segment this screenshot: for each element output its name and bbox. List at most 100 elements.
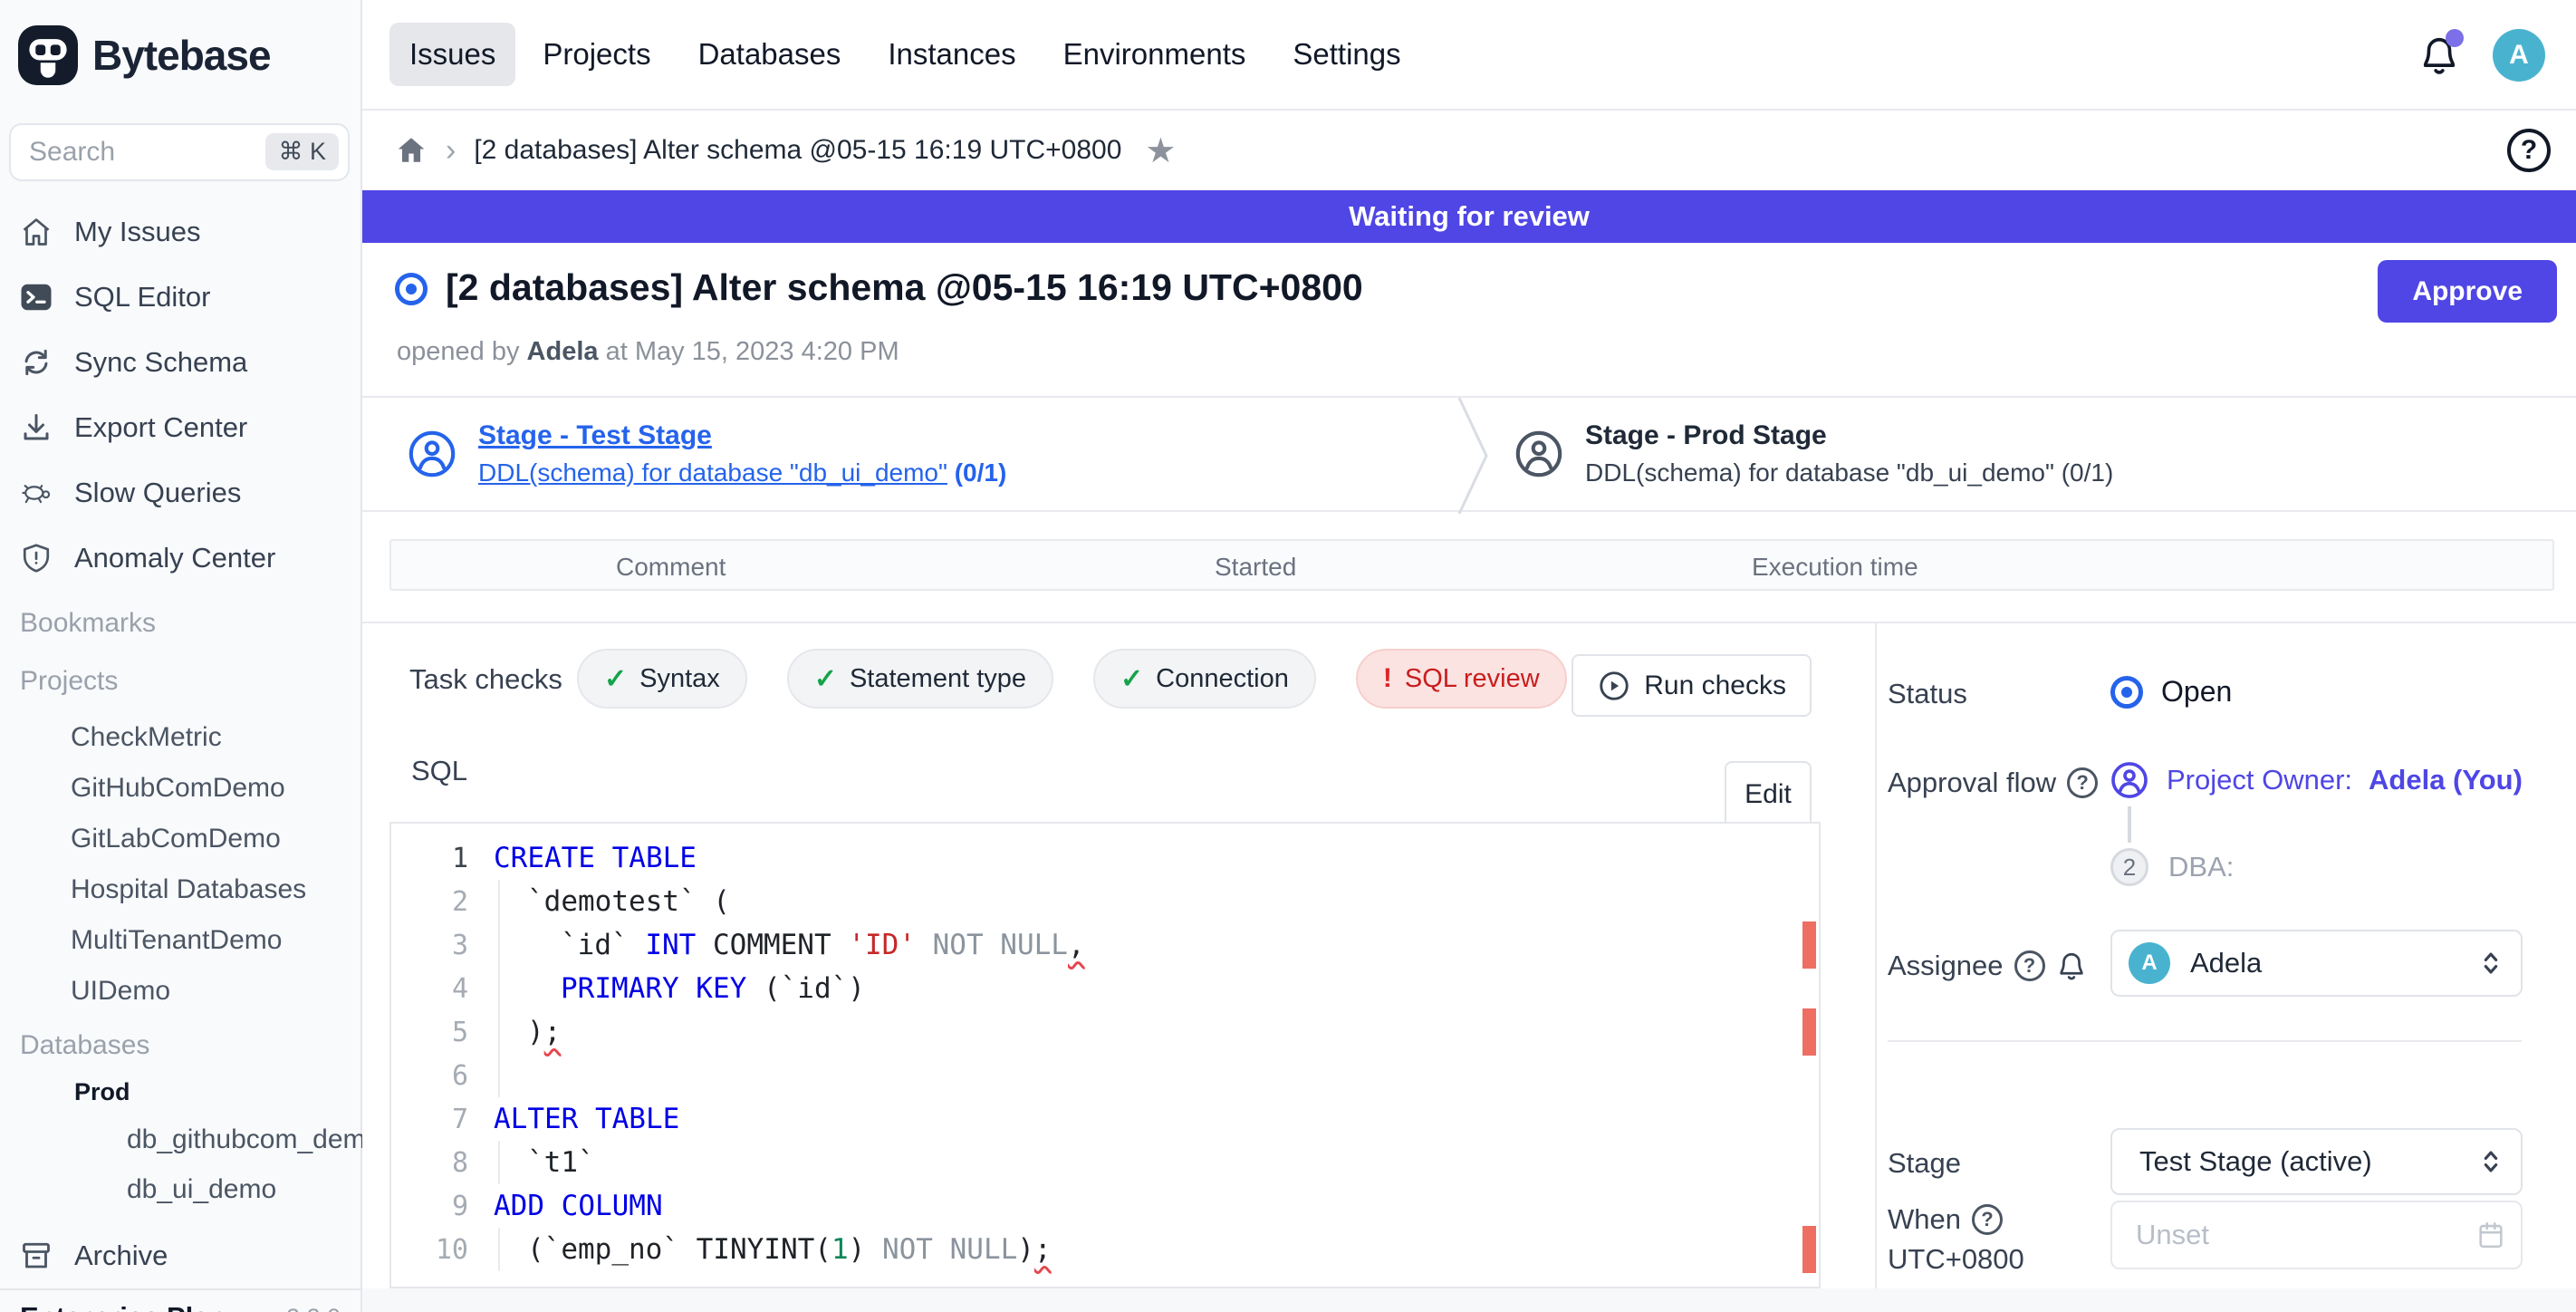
edit-sql-button[interactable]: Edit	[1725, 761, 1812, 828]
tab-issues[interactable]: Issues	[389, 23, 515, 86]
plan-row[interactable]: Enterprise Plan v2.2.0	[0, 1288, 360, 1312]
sidebar-item-sync-schema[interactable]: Sync Schema	[0, 330, 360, 395]
calendar-icon	[2475, 1220, 2506, 1250]
brand-name: Bytebase	[92, 31, 271, 80]
stage-select[interactable]: Test Stage (active)	[2110, 1128, 2523, 1195]
sidebar-project-uidemo[interactable]: UIDemo	[0, 966, 360, 1017]
sidebar-db-githubcom-demo[interactable]: db_githubcom_demo	[0, 1114, 360, 1164]
timezone-label: UTC+0800	[1888, 1243, 2024, 1276]
section-label: Bookmarks	[20, 608, 156, 639]
plan-version: v2.2.0	[274, 1304, 341, 1312]
status-text: Open	[2161, 675, 2232, 709]
code-line: 7ALTER TABLE	[391, 1097, 1819, 1141]
shield-alert-icon	[20, 542, 53, 574]
home-icon	[20, 216, 53, 248]
section-label: Databases	[20, 1030, 149, 1061]
run-checks-button[interactable]: Run checks	[1572, 654, 1812, 717]
sidebar-item-my-issues[interactable]: My Issues	[0, 199, 360, 265]
stage-subtitle-link[interactable]: DDL(schema) for database "db_ui_demo" (0…	[478, 458, 1006, 487]
stage-separator-chevron	[1456, 398, 1496, 514]
code-editor[interactable]: 1CREATE TABLE2`demotest` (3`id` INT COMM…	[389, 822, 1821, 1288]
approval-connector	[2128, 806, 2131, 843]
tab-environments[interactable]: Environments	[1043, 23, 1266, 86]
sidebar-item-sql-editor[interactable]: SQL Editor	[0, 265, 360, 330]
db-name: db_githubcom_demo	[127, 1124, 380, 1155]
sidebar-project-hospital-databases[interactable]: Hospital Databases	[0, 864, 360, 915]
help-icon[interactable]: ?	[2507, 129, 2551, 172]
user-avatar[interactable]: A	[2493, 29, 2545, 82]
sidebar-project-githubcomdemo[interactable]: GitHubComDemo	[0, 763, 360, 814]
bytebase-logo-icon	[18, 25, 78, 85]
sidebar-project-gitlabcomdemo[interactable]: GitLabComDemo	[0, 814, 360, 864]
code-line: 3`id` INT COMMENT 'ID' NOT NULL,	[391, 923, 1819, 967]
issue-sidebar-pane: Status Open Approval flow ? Project Owne…	[1875, 623, 2576, 1312]
sidebar-db-ui-demo[interactable]: db_ui_demo	[0, 1164, 360, 1214]
sidebar-item-export-center[interactable]: Export Center	[0, 395, 360, 460]
sidebar-section-projects: Projects	[0, 658, 360, 705]
brand-logo[interactable]: Bytebase	[0, 0, 360, 111]
tab-databases[interactable]: Databases	[678, 23, 861, 86]
star-icon[interactable]: ★	[1145, 130, 1176, 171]
notification-dot	[2446, 29, 2464, 47]
check-pill-sql-review[interactable]: !SQL review	[1356, 649, 1567, 709]
bell-icon[interactable]	[2056, 950, 2087, 981]
check-label: SQL review	[1405, 664, 1540, 694]
code-line: 1CREATE TABLE	[391, 836, 1819, 880]
check-pill-syntax[interactable]: ✓Syntax	[577, 649, 747, 709]
stage-title-link[interactable]: Stage - Test Stage	[478, 420, 1006, 451]
terminal-icon	[20, 281, 53, 314]
sidebar-section-bookmarks[interactable]: Bookmarks	[0, 600, 360, 647]
person-circle-icon	[406, 428, 458, 480]
stage-subtitle: DDL(schema) for database "db_ui_demo" (0…	[1585, 458, 2113, 487]
notifications-bell-icon[interactable]	[2418, 34, 2460, 76]
when-placeholder: Unset	[2136, 1219, 2209, 1251]
sidebar-item-slow-queries[interactable]: Slow Queries	[0, 460, 360, 526]
task-check-pills: ✓Syntax ✓Statement type ✓Connection !SQL…	[577, 649, 1567, 709]
help-circle-icon[interactable]: ?	[1972, 1204, 2003, 1235]
breadcrumb-home-icon[interactable]	[395, 134, 428, 167]
issue-opened-line: opened by Adela at May 15, 2023 4:20 PM	[397, 337, 899, 367]
approval-step-owner: Project Owner: Adela (You)	[2109, 759, 2523, 801]
section-label: Projects	[20, 666, 118, 697]
breadcrumb: › [2 databases] Alter schema @05-15 16:1…	[362, 111, 2576, 190]
assignee-select[interactable]: A Adela	[2110, 930, 2523, 997]
approval-flow-label: Approval flow ?	[1888, 767, 2098, 799]
status-value: Open	[2110, 675, 2232, 709]
assignee-label: Assignee ?	[1888, 950, 2087, 982]
stage-title: Stage - Prod Stage	[1585, 420, 2113, 451]
sidebar-project-multitenantdemo[interactable]: MultiTenantDemo	[0, 915, 360, 966]
breadcrumb-title: [2 databases] Alter schema @05-15 16:19 …	[474, 135, 1121, 166]
search-shortcut-badge: ⌘ K	[265, 133, 339, 170]
stage-task-count: (0/1)	[955, 458, 1007, 487]
code-line: 5);	[391, 1010, 1819, 1054]
search-row: ⌘ K	[0, 111, 360, 188]
stage-card-prod[interactable]: Stage - Prod Stage DDL(schema) for datab…	[1513, 398, 2113, 510]
search-box[interactable]: ⌘ K	[9, 123, 350, 181]
sidebar-project-checkmetric[interactable]: CheckMetric	[0, 712, 360, 763]
help-circle-icon[interactable]: ?	[2067, 767, 2098, 798]
when-datetime-input[interactable]: Unset	[2110, 1201, 2523, 1269]
approval-approver[interactable]: Adela (You)	[2369, 764, 2523, 796]
approve-button[interactable]: Approve	[2378, 260, 2557, 323]
tab-instances[interactable]: Instances	[868, 23, 1035, 86]
main-area: Issues Projects Databases Instances Envi…	[362, 0, 2576, 1312]
stage-task-link[interactable]: DDL(schema) for database "db_ui_demo"	[478, 458, 947, 487]
help-circle-icon[interactable]: ?	[2014, 950, 2045, 981]
error-overview-mark	[1802, 1226, 1816, 1273]
stage-card-test[interactable]: Stage - Test Stage DDL(schema) for datab…	[406, 398, 1006, 510]
check-pill-connection[interactable]: ✓Connection	[1093, 649, 1316, 709]
sync-icon	[20, 346, 53, 379]
sidebar-item-anomaly-center[interactable]: Anomaly Center	[0, 526, 360, 591]
search-input[interactable]	[11, 137, 255, 168]
project-label: CheckMetric	[71, 722, 222, 753]
sidebar-section-databases: Databases	[0, 1022, 360, 1069]
person-circle-icon	[2109, 759, 2150, 801]
approval-step-dba: 2 DBA:	[2110, 848, 2234, 886]
opened-suffix: at May 15, 2023 4:20 PM	[606, 337, 899, 366]
tab-settings[interactable]: Settings	[1273, 23, 1420, 86]
assignee-name: Adela	[2190, 947, 2262, 979]
check-pill-statement-type[interactable]: ✓Statement type	[787, 649, 1053, 709]
tab-projects[interactable]: Projects	[523, 23, 670, 86]
error-overview-mark	[1802, 1008, 1816, 1056]
sidebar-item-archive[interactable]: Archive	[0, 1223, 360, 1288]
